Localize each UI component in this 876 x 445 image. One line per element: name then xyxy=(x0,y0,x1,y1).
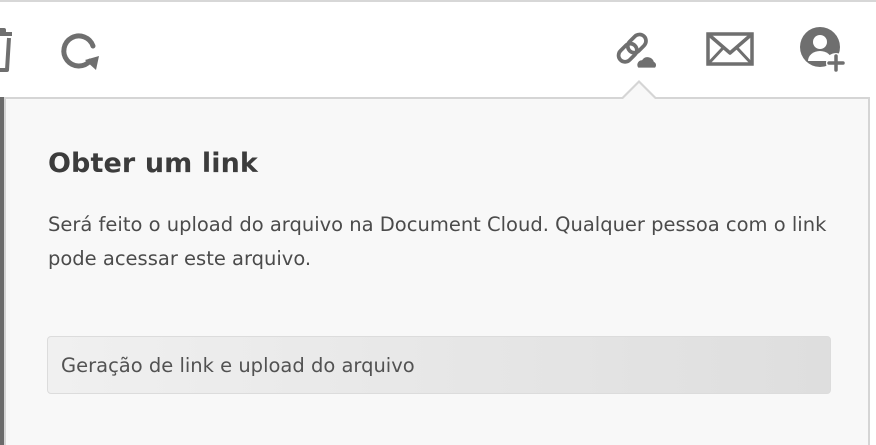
redo-icon[interactable] xyxy=(55,24,107,76)
email-icon[interactable] xyxy=(704,24,756,76)
popover-title: Obter um link xyxy=(48,148,258,179)
share-link-screen: Obter um link Será feito o upload do arq… xyxy=(0,0,876,445)
popover-description: Será feito o upload do arquivo na Docume… xyxy=(48,213,827,270)
trash-icon[interactable] xyxy=(0,24,26,76)
add-user-icon[interactable] xyxy=(797,24,849,76)
get-link-icon[interactable] xyxy=(610,24,662,76)
share-toolbar xyxy=(0,2,876,94)
generate-link-button[interactable]: Geração de link e upload do arquivo xyxy=(47,336,831,394)
